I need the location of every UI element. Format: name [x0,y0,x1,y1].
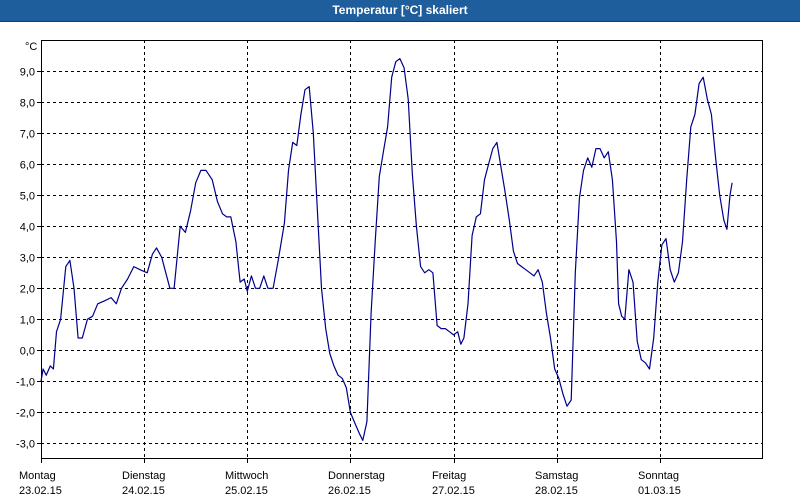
x-tick-day-label: Sonntag [638,470,679,482]
x-tick-date-label: 24.02.15 [122,485,165,497]
y-tick-label: 9,0 [20,67,35,79]
x-tick-day-label: Mittwoch [225,470,268,482]
y-tick-label: 1,0 [20,315,35,327]
x-tick-day-label: Donnerstag [328,470,385,482]
x-tick-day-label: Samstag [535,470,578,482]
grid-lines [41,40,763,459]
x-tick-date-label: 27.02.15 [432,485,475,497]
y-axis-unit-label: °C [25,41,37,53]
y-tick-label: 7,0 [20,129,35,141]
plot-frame [41,40,763,459]
y-tick-label: 8,0 [20,98,35,110]
y-tick-label: 4,0 [20,222,35,234]
x-tick-date-label: 26.02.15 [328,485,371,497]
x-tick-day-label: Dienstag [122,470,165,482]
x-axis-ticks: Montag 23.02.15 Dienstag 24.02.15 Mittwoch 25… [19,459,681,497]
x-tick-date-label: 01.03.15 [638,485,681,497]
y-tick-label: 5,0 [20,191,35,203]
x-tick-date-label: 28.02.15 [535,485,578,497]
y-tick-label: 6,0 [20,160,35,172]
y-tick-label: -3,0 [16,439,35,451]
y-tick-label: -2,0 [16,408,35,420]
x-tick-date-label: 23.02.15 [19,485,62,497]
x-tick-day-label: Freitag [432,470,466,482]
x-tick-date-label: 25.02.15 [225,485,268,497]
y-tick-label: 3,0 [20,253,35,265]
y-axis-ticks: 9,0 8,0 7,0 6,0 5,0 4,0 3,0 2,0 1,0 0,0 -1,0 -2,0 -3… [16,67,41,451]
temperature-chart: 9,0 8,0 7,0 6,0 5,0 4,0 3,0 2,0 1,0 0,0 -1,0 -2,0 -3… [16,40,763,497]
y-tick-label: -1,0 [16,377,35,389]
plot-border [41,40,763,459]
y-tick-label: 0,0 [20,346,35,358]
x-tick-day-label: Montag [19,470,56,482]
y-tick-label: 2,0 [20,284,35,296]
